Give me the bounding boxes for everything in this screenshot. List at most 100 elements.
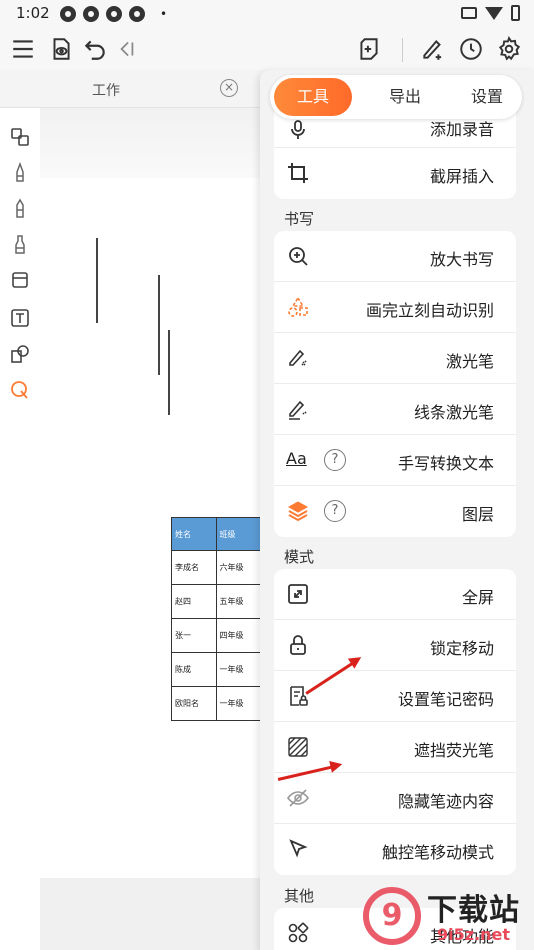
table-row: 欧阳名 一年级: [171, 686, 261, 721]
pencil-tool-icon[interactable]: [8, 196, 32, 220]
layers-icon: [286, 499, 310, 523]
menu-item-label: 放大书写: [429, 250, 494, 269]
app-notification-icon: [129, 6, 145, 22]
menu-item-label: 画完立刻自动识别: [365, 301, 494, 320]
table-cell: 欧阳名: [171, 686, 217, 721]
ink-stroke: [158, 275, 160, 375]
menu-item-label: 添加录音: [429, 120, 494, 139]
top-toolbar: [0, 28, 534, 70]
menu-item-label: 手写转换文本: [397, 454, 494, 473]
shape-recognition-icon: [286, 295, 310, 319]
cover-highlighter-icon: [286, 735, 310, 759]
tab-label: 工作: [92, 83, 120, 99]
system-icons: [461, 5, 520, 21]
table-cell: 一年级: [215, 686, 261, 721]
pen-tool-icon[interactable]: [8, 160, 32, 184]
crop-icon: [286, 161, 310, 185]
menu-item-label: 线条激光笔: [413, 403, 494, 422]
document-tab[interactable]: 工作 ×: [0, 70, 270, 108]
table-cell: 五年级: [215, 584, 261, 619]
pointer-icon: [286, 837, 310, 861]
tab-tools[interactable]: 工具: [274, 78, 352, 116]
cast-icon: [461, 7, 477, 19]
menu-item-auto-recognize[interactable]: 画完立刻自动识别: [274, 282, 516, 333]
page-margin-bottom: [40, 878, 270, 950]
lasso-tool-icon[interactable]: [8, 378, 32, 402]
app-notification-icon: [60, 6, 76, 22]
tab-settings[interactable]: 设置: [448, 75, 526, 119]
microphone-icon: [286, 118, 310, 142]
menu-item-layers[interactable]: ? 图层: [274, 486, 516, 537]
history-icon[interactable]: [456, 34, 486, 64]
collapse-icon[interactable]: [112, 34, 142, 64]
app-notification-icon: [106, 6, 122, 22]
line-laser-pen-icon: [286, 397, 310, 421]
table-row: 李成名 六年级: [171, 550, 261, 585]
help-icon[interactable]: ?: [324, 449, 346, 471]
left-tool-sidebar: [0, 108, 40, 950]
toolbar-divider: [402, 38, 403, 62]
menu-item-cover-highlighter[interactable]: 遮挡荧光笔: [274, 722, 516, 773]
watermark-title: 下载站: [427, 893, 520, 928]
tab-export[interactable]: 导出: [366, 75, 444, 119]
table-cell: 四年级: [215, 618, 261, 653]
eraser-tool-icon[interactable]: [8, 268, 32, 292]
group-label-mode: 模式: [284, 548, 315, 566]
note-password-icon: [286, 684, 310, 708]
table-row: 陈成 一年级: [171, 652, 261, 687]
select-tool-icon[interactable]: [8, 125, 32, 149]
group-label-writing: 书写: [284, 210, 315, 228]
menu-item-label: 锁定移动: [429, 639, 494, 658]
menu-item-label: 全屏: [461, 588, 494, 607]
ink-stroke: [96, 238, 98, 323]
help-icon[interactable]: ?: [324, 500, 346, 522]
menu-item-label: 图层: [461, 505, 494, 524]
table-row: 赵四 五年级: [171, 584, 261, 619]
menu-item-handwriting-to-text[interactable]: Aa ? 手写转换文本: [274, 435, 516, 486]
menu-item-line-laser-pen[interactable]: 线条激光笔: [274, 384, 516, 435]
table-header-cell: 姓名: [171, 517, 217, 551]
table-cell: 李成名: [171, 550, 217, 585]
inserted-table: 姓名 班级 李成名 六年级 赵四 五年级 张一 四年级 陈成 一年级 欧阳名 一年级: [171, 517, 261, 721]
menu-item-label: 隐藏笔迹内容: [397, 792, 494, 811]
laser-pen-icon: [286, 346, 310, 370]
notification-icons: [60, 6, 145, 22]
table-cell: 赵四: [171, 584, 217, 619]
battery-icon: [511, 5, 520, 21]
menu-item-laser-pen[interactable]: 激光笔: [274, 333, 516, 384]
card-mode: 全屏 锁定移动 设置笔记密码 遮挡荧光笔 隐藏笔迹内容 触控笔移动模式: [274, 569, 516, 875]
table-cell: 一年级: [215, 652, 261, 687]
preview-icon[interactable]: [46, 34, 76, 64]
menu-item-lock-move[interactable]: 锁定移动: [274, 620, 516, 671]
table-cell: 张一: [171, 618, 217, 653]
menu-item-stylus-move-mode[interactable]: 触控笔移动模式: [274, 824, 516, 875]
settings-gear-icon[interactable]: [494, 34, 524, 64]
text-tool-icon[interactable]: [8, 306, 32, 330]
marker-tool-icon[interactable]: [8, 232, 32, 256]
table-row: 张一 四年级: [171, 618, 261, 653]
watermark-logo: 9: [363, 887, 421, 945]
menu-item-zoom-write[interactable]: 放大书写: [274, 231, 516, 282]
shape-tool-icon[interactable]: [8, 342, 32, 366]
pen-settings-icon[interactable]: [418, 34, 448, 64]
add-page-icon[interactable]: [354, 34, 384, 64]
wifi-icon: [485, 6, 503, 20]
tools-menu-panel: 工具 导出 设置 添加录音 截屏插入 书写 放大书写 画完立刻自动识别 激光笔 …: [260, 70, 534, 950]
status-bar: 1:02 •: [0, 0, 534, 28]
table-cell: 陈成: [171, 652, 217, 687]
menu-item-label: 设置笔记密码: [397, 690, 494, 709]
menu-item-hide-ink[interactable]: 隐藏笔迹内容: [274, 773, 516, 824]
site-watermark: 9 下载站 9i5z.net: [363, 885, 534, 950]
table-cell: 六年级: [215, 550, 261, 585]
eye-hidden-icon: [286, 786, 310, 810]
menu-item-screenshot-insert[interactable]: 截屏插入: [274, 148, 516, 199]
menu-item-fullscreen[interactable]: 全屏: [274, 569, 516, 620]
text-aa-icon: Aa: [286, 449, 307, 468]
menu-item-note-password[interactable]: 设置笔记密码: [274, 671, 516, 722]
apps-icon: [286, 921, 310, 945]
tab-close-icon[interactable]: ×: [220, 79, 238, 97]
menu-icon[interactable]: [8, 34, 38, 64]
fullscreen-icon: [286, 582, 310, 606]
undo-icon[interactable]: [80, 34, 110, 64]
app-notification-icon: [83, 6, 99, 22]
